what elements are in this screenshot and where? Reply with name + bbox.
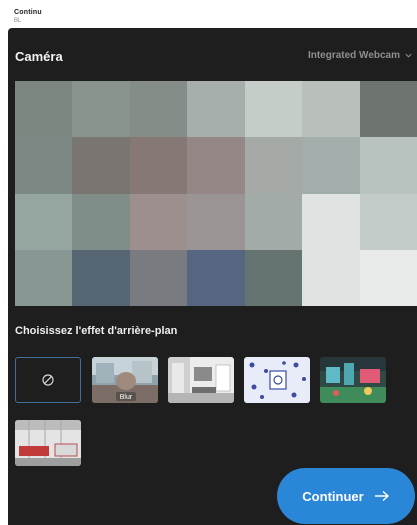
preview-tile: [244, 249, 303, 306]
preview-tile: [129, 137, 188, 194]
preview-tile: [359, 81, 417, 138]
continue-label: Continuer: [302, 488, 364, 504]
preview-tile: [302, 137, 360, 194]
chevron-down-icon: [405, 53, 412, 58]
preview-tile: [244, 193, 303, 250]
interior-preview-image: [15, 420, 81, 466]
blur-label: Blur: [120, 394, 133, 401]
preview-tile: [15, 81, 73, 138]
preview-tile: [129, 193, 188, 250]
camera-setup-panel: Caméra Integrated Webcam Choisissez l'ef…: [8, 28, 417, 525]
preview-tile: [359, 249, 417, 306]
preview-tile: [187, 137, 245, 194]
no-effect-icon: [42, 374, 54, 386]
preview-tile: [187, 249, 245, 306]
camera-title: Caméra: [15, 49, 63, 64]
app-title: Continu: [14, 9, 42, 16]
effect-interior-thumbnail[interactable]: [15, 420, 81, 466]
camera-device-label: Integrated Webcam: [307, 50, 400, 61]
preview-tile: [244, 137, 303, 194]
window-titlebar: Continu BL: [0, 0, 417, 28]
preview-tile: [302, 249, 360, 306]
preview-tile: [187, 81, 245, 138]
continue-button[interactable]: Continuer: [277, 468, 415, 524]
preview-tile: [15, 193, 73, 250]
arrow-right-icon: [374, 490, 389, 502]
preview-tile: [187, 193, 245, 250]
effect-snowflake-thumbnail[interactable]: [244, 357, 310, 403]
preview-tile: [359, 193, 417, 250]
snowflake-preview-image: [244, 357, 310, 403]
preview-tile: [72, 81, 130, 138]
preview-tile: [302, 81, 360, 138]
camera-device-select[interactable]: Integrated Webcam: [308, 50, 413, 61]
office-preview-image: [168, 357, 234, 403]
camera-preview: [15, 81, 417, 306]
preview-tile: [15, 137, 73, 194]
preview-tile: [359, 137, 417, 194]
effect-playroom-thumbnail[interactable]: [320, 357, 386, 403]
preview-tile: [72, 193, 130, 250]
effect-office-thumbnail[interactable]: [168, 357, 234, 403]
preview-tile: [72, 249, 130, 306]
preview-tile: [72, 137, 130, 194]
preview-tile: [15, 249, 73, 306]
preview-tile: [302, 193, 360, 250]
playroom-preview-image: [320, 357, 386, 403]
preview-tile: [244, 81, 303, 138]
preview-tile: [129, 249, 188, 306]
blur-preview-image: Blur: [92, 357, 158, 403]
background-effect-title: Choisissez l'effet d'arrière-plan: [15, 325, 178, 337]
preview-tile: [129, 81, 188, 138]
effect-none-thumbnail[interactable]: [15, 357, 81, 403]
effect-blur-thumbnail[interactable]: Blur: [92, 357, 158, 403]
app-subtitle: BL: [14, 18, 22, 24]
